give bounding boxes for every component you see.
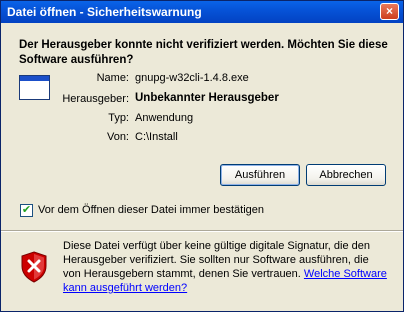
dialog-content: Der Herausgeber konnte nicht verifiziert…	[1, 23, 403, 311]
security-question: Der Herausgeber konnte nicht verifiziert…	[19, 39, 388, 66]
name-value: gnupg-w32cli-1.4.8.exe	[135, 72, 249, 84]
close-button[interactable]: ×	[380, 3, 399, 20]
publisher-value: Unbekannter Herausgeber	[135, 92, 279, 104]
title-bar[interactable]: Datei öffnen - Sicherheitswarnung ×	[1, 1, 403, 23]
window-title: Datei öffnen - Sicherheitswarnung	[7, 5, 202, 19]
type-value: Anwendung	[135, 112, 194, 124]
from-value: C:\Install	[135, 131, 178, 143]
from-label: Von:	[106, 131, 129, 143]
confirm-checkbox-label[interactable]: Vor dem Öffnen dieser Datei immer bestät…	[38, 204, 264, 216]
warning-message: Diese Datei verfügt über keine gültige d…	[63, 239, 388, 295]
cancel-button[interactable]: Abbrechen	[306, 164, 386, 186]
run-button[interactable]: Ausführen	[220, 164, 300, 186]
security-warning-dialog: Datei öffnen - Sicherheitswarnung × Der …	[0, 0, 404, 312]
application-icon	[19, 75, 50, 100]
divider	[1, 230, 403, 232]
confirm-checkbox[interactable]: ✔	[20, 204, 33, 217]
shield-warning-icon	[21, 251, 47, 283]
publisher-label: Herausgeber:	[62, 93, 129, 105]
type-label: Typ:	[108, 112, 129, 124]
name-label: Name:	[96, 72, 129, 84]
